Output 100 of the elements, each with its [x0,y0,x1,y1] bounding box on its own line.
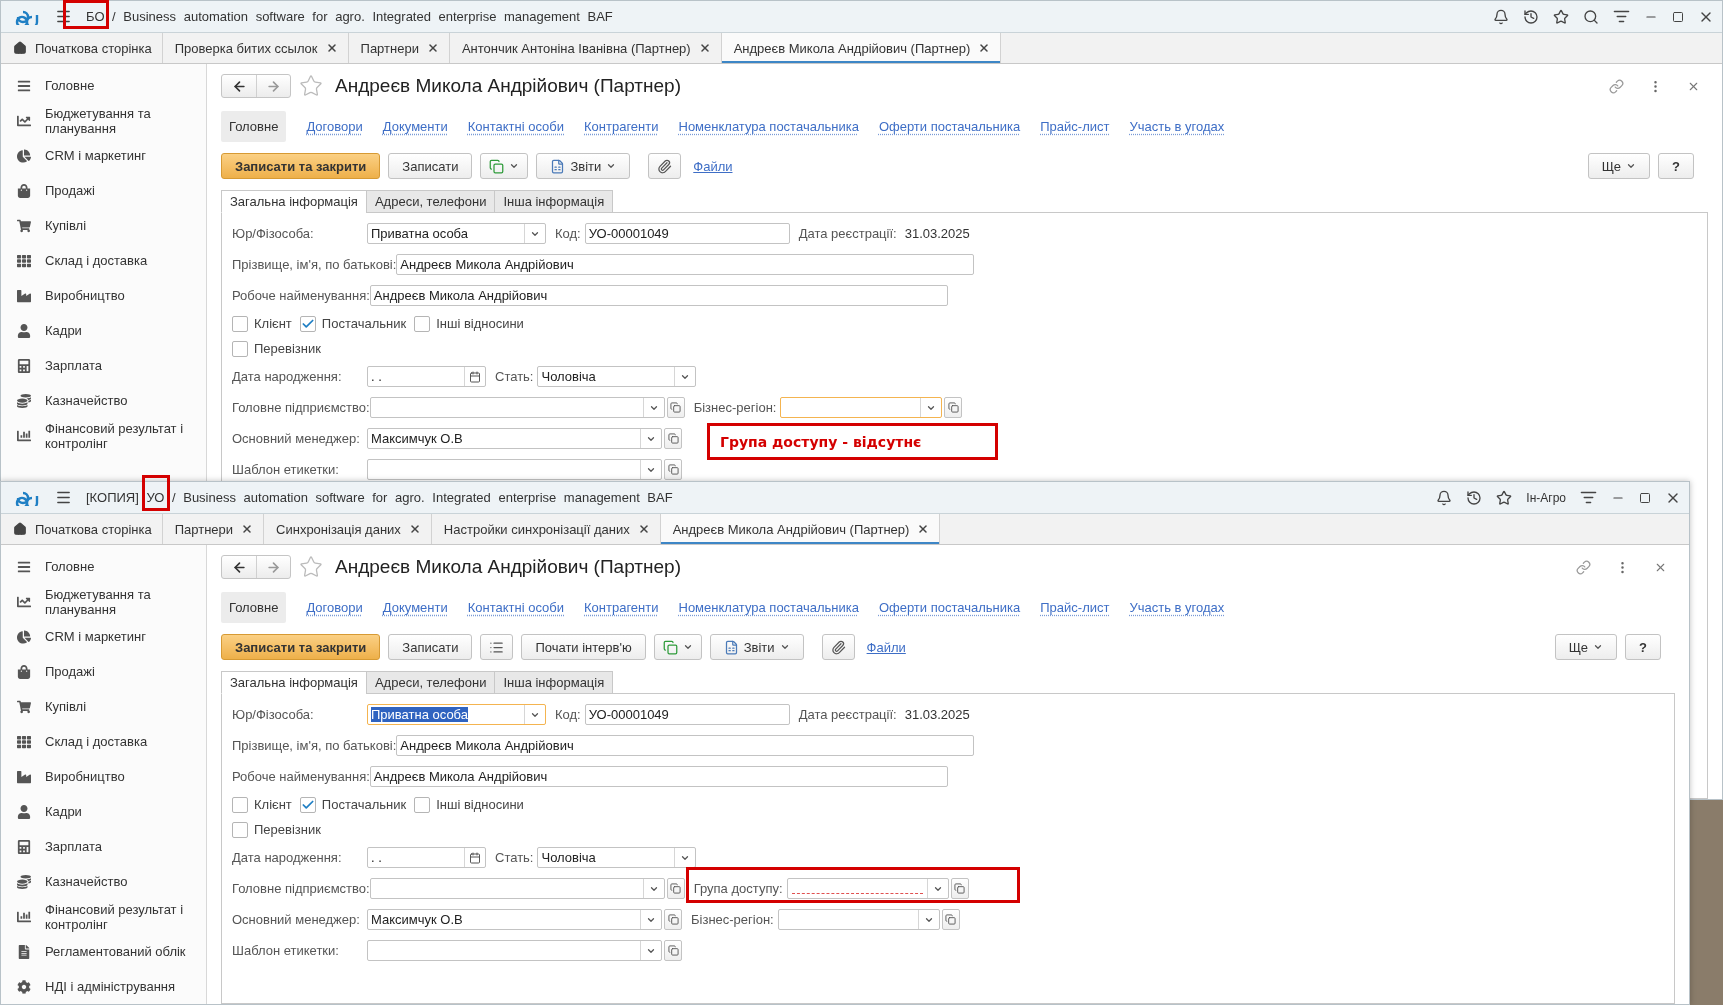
open-button[interactable] [664,428,682,449]
sidebar-item[interactable]: CRM і маркетинг [1,138,206,173]
section-link[interactable]: Документи [374,110,456,142]
sidebar-item[interactable]: Купівлі [1,689,206,724]
checkbox[interactable] [414,315,431,332]
dropdown-field[interactable] [369,397,665,418]
close-icon[interactable] [637,523,650,535]
star-icon[interactable] [1496,489,1513,506]
sidebar-item[interactable]: Казначейство [1,864,206,899]
input-field[interactable]: Андреєв Микола Андрійович [396,735,975,756]
close-icon[interactable] [241,523,254,535]
sidebar-item[interactable]: Виробництво [1,759,206,794]
link-icon[interactable] [1609,78,1624,94]
reports-button[interactable]: Звіти [536,153,631,179]
attach-button[interactable] [648,153,682,179]
sidebar-item[interactable]: Склад і доставка [1,724,206,759]
dropdown-field[interactable] [367,459,662,480]
close-icon[interactable] [978,42,991,54]
section-link[interactable]: Контактні особи [459,110,572,142]
tab[interactable]: Партнери [162,514,265,544]
history-icon[interactable] [1523,8,1539,25]
section-link[interactable]: Номенклатура постачальника [670,110,867,142]
checkbox[interactable] [232,821,248,838]
sidebar-item[interactable]: Купівлі [1,208,206,243]
sidebar-item[interactable]: Продажі [1,173,206,208]
tab[interactable]: Синхронізація даних [264,514,432,544]
form-tab[interactable]: Адреси, телефони [365,190,496,213]
open-button[interactable] [950,878,969,899]
input-field[interactable]: УО-00001049 [584,704,790,725]
sidebar-item[interactable]: Виробництво [1,278,206,313]
open-button[interactable] [664,909,682,930]
close-icon[interactable] [426,42,439,54]
dropdown-field[interactable] [369,878,665,899]
section-link[interactable]: Участь в угодах [1121,591,1233,623]
dropdown-field[interactable]: Приватна особа [367,704,546,725]
tab[interactable]: Андреєв Микола Андрійович (Партнер) [660,514,941,544]
section-link[interactable]: Документи [374,591,456,623]
dropdown-field[interactable] [777,909,940,930]
open-button[interactable] [944,397,963,418]
help-button[interactable]: ? [1658,153,1694,179]
dropdown-field[interactable] [780,397,943,418]
form-tab[interactable]: Інша інформація [494,671,614,694]
section-link[interactable]: Головне [221,591,287,623]
close-icon[interactable] [698,42,711,54]
sidebar-item[interactable]: Казначейство [1,383,206,418]
section-link[interactable]: Прайс-лист [1032,110,1118,142]
sidebar-item[interactable]: Зарплата [1,829,206,864]
close-icon[interactable] [917,523,930,535]
open-button[interactable] [666,397,685,418]
checkbox[interactable] [299,315,316,332]
maximize-icon[interactable] [1672,10,1684,23]
dropdown-field[interactable]: Чоловіча [537,366,697,387]
save-close-button[interactable]: Записати та закрити [221,153,381,179]
sidebar-item[interactable]: Бюджетування та планування [1,103,206,138]
dropdown-field[interactable]: Максимчук О.В [367,428,662,449]
toolbar-button[interactable]: Почати інтерв'ю [521,634,646,660]
open-button[interactable] [666,878,685,899]
sidebar-item[interactable]: Головне [1,68,206,103]
section-link[interactable]: Прайс-лист [1032,591,1118,623]
close-icon[interactable] [408,523,421,535]
input-field[interactable]: УО-00001049 [584,223,790,244]
tab[interactable]: Настройки синхронізації даних [431,514,661,544]
bell-icon[interactable] [1436,489,1453,506]
menu-icon[interactable] [55,8,72,25]
section-link[interactable]: Контактні особи [459,591,572,623]
sidebar-item[interactable]: Регламентований облік [1,934,206,969]
menu-icon[interactable] [55,489,72,506]
files-link[interactable]: Файли [866,639,906,655]
tab[interactable]: Початкова сторінка [1,514,163,544]
section-link[interactable]: Участь в угодах [1121,110,1233,142]
form-tab[interactable]: Загальна інформація [221,671,367,694]
section-link[interactable]: Оферти постачальника [870,110,1029,142]
star-icon[interactable] [299,555,323,579]
sidebar-item[interactable]: Зарплата [1,348,206,383]
sidebar-item[interactable]: CRM і маркетинг [1,619,206,654]
tab[interactable]: Проверка битих ссылок [162,33,349,63]
sidebar-item[interactable]: Головне [1,549,206,584]
sidebar-item[interactable]: Бюджетування та планування [1,584,206,619]
tab[interactable]: Андреєв Микола Андрійович (Партнер) [721,33,1002,63]
input-field[interactable]: Андреєв Микола Андрійович [369,766,948,787]
open-button[interactable] [941,909,960,930]
sidebar-item[interactable]: НДІ і адміністрування [1,969,206,1004]
filter-icon[interactable] [1613,8,1630,25]
input-field[interactable]: Андреєв Микола Андрійович [369,285,948,306]
section-link[interactable]: Контрагенти [576,591,667,623]
maximize-icon[interactable] [1639,491,1651,504]
sidebar-item[interactable]: Фінансовий результат і контролінг [1,899,206,934]
more-button[interactable]: Ще [1554,634,1618,660]
checkbox[interactable] [232,796,248,813]
form-tab[interactable]: Адреси, телефони [365,671,496,694]
star-icon[interactable] [299,74,323,98]
section-link[interactable]: Оферти постачальника [870,591,1029,623]
toolbar-button[interactable]: Записати [388,634,473,660]
checkbox[interactable] [299,796,316,813]
form-tab[interactable]: Загальна інформація [221,190,367,213]
checkbox[interactable] [232,315,248,332]
tab[interactable]: Партнери [348,33,450,63]
section-link[interactable]: Договори [298,591,371,623]
dropdown-field[interactable]: Максимчук О.В [367,909,662,930]
star-icon[interactable] [1553,8,1569,25]
